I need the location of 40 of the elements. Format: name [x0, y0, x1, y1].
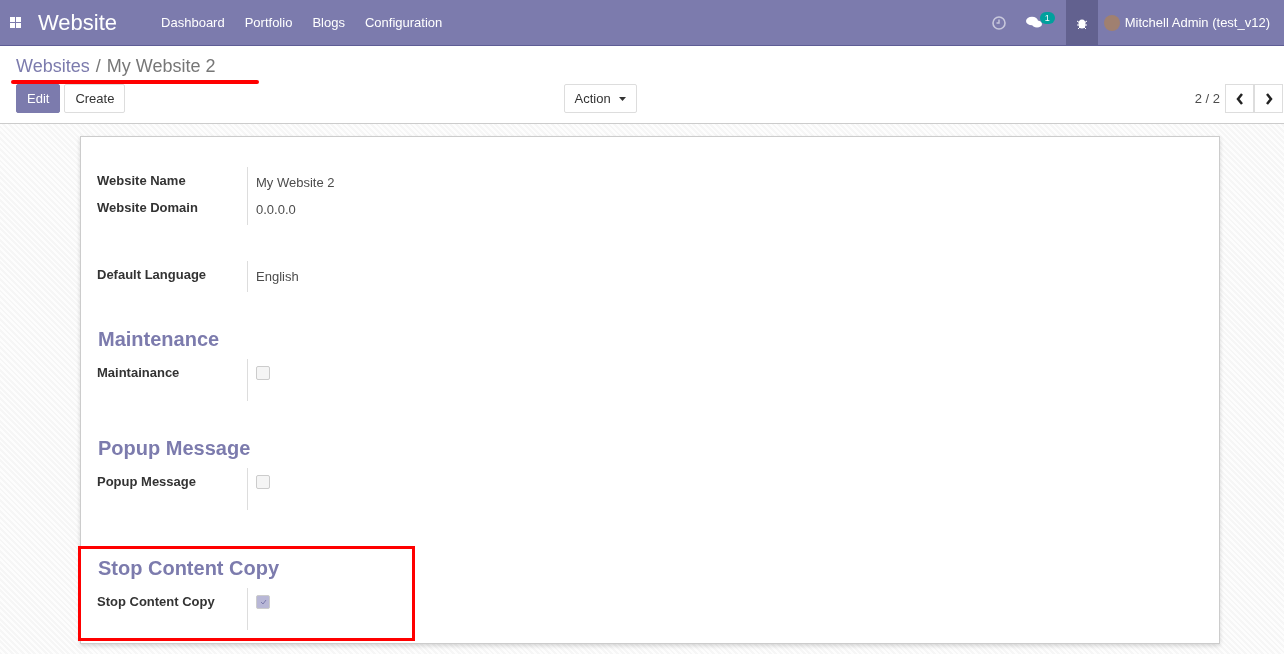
section-heading: Maintenance — [98, 328, 221, 351]
avatar-icon — [1103, 14, 1120, 31]
checkbox[interactable] — [256, 475, 270, 489]
caret-icon — [618, 96, 626, 101]
menu-link[interactable]: Dashboard — [151, 15, 235, 30]
menu-link[interactable]: Blogs — [302, 15, 355, 30]
field-label: Maintainance — [97, 364, 181, 382]
next-button[interactable] — [1254, 84, 1283, 113]
previous-button[interactable] — [1225, 84, 1254, 113]
field-value: 0.0.0.0 — [256, 202, 296, 217]
checkbox[interactable] — [256, 595, 270, 609]
section-heading: Stop Content Copy — [98, 557, 281, 580]
section-heading: Popup Message — [98, 437, 252, 460]
breadcrumb-link[interactable]: Websites — [16, 56, 90, 77]
menu-link[interactable]: Portfolio — [234, 15, 303, 30]
create-button[interactable]: Create — [64, 84, 126, 113]
chevron-left-icon — [1235, 92, 1244, 105]
clock-icon[interactable] — [991, 15, 1006, 30]
checkmark-icon — [259, 599, 267, 605]
debug-mode-toggle[interactable] — [1065, 0, 1098, 45]
message-count-badge: 1 — [1039, 12, 1055, 24]
action-dropdown[interactable]: Action — [563, 84, 637, 113]
field-label: Stop Content Copy — [97, 593, 216, 611]
field-label: Default Language — [97, 266, 208, 284]
app-title: Website — [38, 9, 118, 36]
field-value: English — [256, 269, 299, 284]
edit-button[interactable]: Edit — [16, 84, 61, 113]
breadcrumb-separator: / — [95, 56, 101, 77]
field-value: My Website 2 — [256, 175, 335, 190]
menu-link[interactable]: Configuration — [354, 15, 453, 30]
chevron-right-icon — [1264, 92, 1273, 105]
pager-value: 2 / 2 — [1194, 91, 1220, 106]
field-label: Website Name — [97, 172, 187, 190]
field-label: Website Domain — [97, 199, 199, 217]
user-menu[interactable]: Mitchell Admin (test_v12) — [1097, 0, 1284, 45]
apps-grid-icon[interactable] — [10, 16, 22, 29]
checkbox[interactable] — [256, 366, 270, 380]
breadcrumb-current: My Website 2 — [106, 56, 216, 77]
chat-icon[interactable] — [1025, 16, 1042, 29]
field-label: Popup Message — [97, 473, 197, 491]
